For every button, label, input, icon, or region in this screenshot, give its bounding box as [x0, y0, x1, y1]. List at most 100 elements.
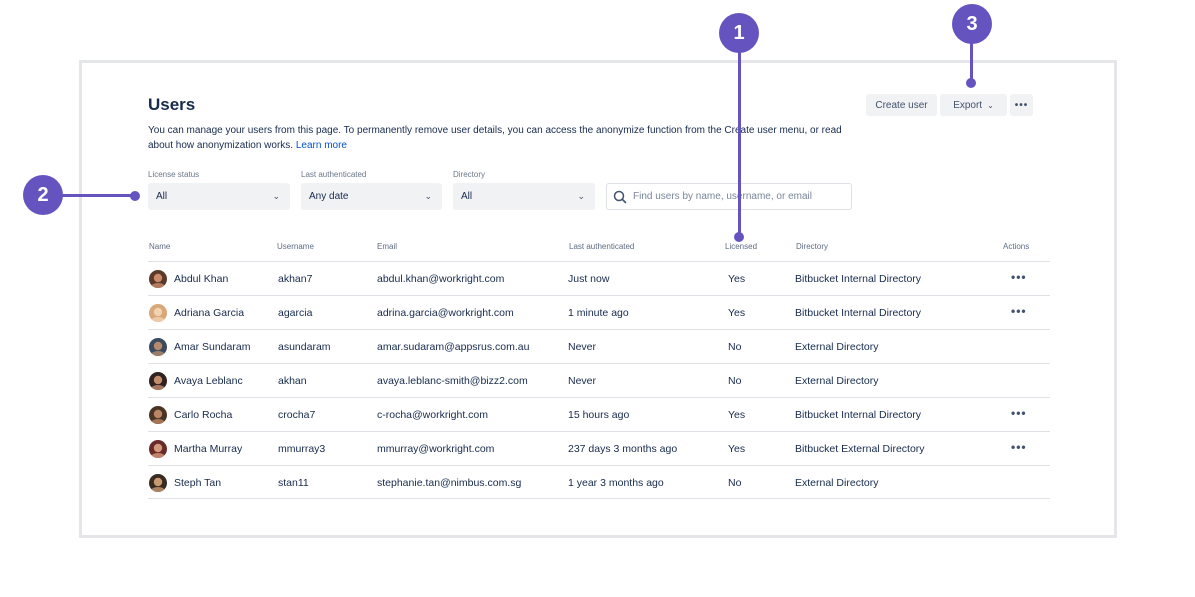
user-licensed: No: [728, 375, 742, 387]
user-name: Martha Murray: [174, 443, 243, 455]
table-row[interactable]: Avaya Leblanc akhan avaya.leblanc-smith@bi…: [148, 363, 1050, 397]
avatar: [149, 338, 167, 356]
table-row[interactable]: Carlo Rocha crocha7 c-rocha@workright.com 1…: [148, 397, 1050, 431]
table-row[interactable]: Steph Tan stan11 stephanie.tan@nimbus.com.…: [148, 465, 1050, 499]
chevron-down-icon: ⌄: [577, 191, 585, 201]
user-licensed: Yes: [728, 307, 746, 319]
user-licensed: No: [728, 477, 742, 489]
callout-3-dot: [966, 78, 976, 88]
learn-more-link[interactable]: Learn more: [296, 140, 347, 151]
user-email: mmurray@workright.com: [377, 443, 495, 455]
user-name: Carlo Rocha: [174, 409, 233, 421]
last-authenticated-select[interactable]: Any date ⌄: [301, 183, 442, 210]
license-status-select[interactable]: All ⌄: [148, 183, 290, 210]
page-title: Users: [148, 95, 196, 114]
user-email: stephanie.tan@nimbus.com.sg: [377, 477, 522, 489]
row-actions-button[interactable]: •••: [1011, 304, 1027, 318]
license-status-value: All: [156, 191, 168, 202]
user-username: crocha7: [278, 409, 316, 421]
directory-select[interactable]: All ⌄: [453, 183, 595, 210]
user-licensed: Yes: [728, 409, 746, 421]
column-header-last-authenticated: Last authenticated: [569, 242, 635, 251]
user-last-authenticated: 15 hours ago: [568, 409, 630, 421]
avatar: [149, 372, 167, 390]
user-name: Avaya Leblanc: [174, 375, 243, 387]
last-authenticated-label: Last authenticated: [301, 170, 367, 179]
user-name: Abdul Khan: [174, 273, 229, 285]
user-username: agarcia: [278, 307, 313, 319]
column-header-licensed: Licensed: [725, 242, 758, 251]
user-name: Steph Tan: [174, 477, 222, 489]
user-last-authenticated: Never: [568, 341, 597, 353]
table-row[interactable]: Adriana Garcia agarcia adrina.garcia@workr…: [148, 295, 1050, 329]
user-directory: External Directory: [795, 341, 879, 353]
user-licensed: Yes: [728, 443, 746, 455]
user-licensed: Yes: [728, 273, 746, 285]
user-email: c-rocha@workright.com: [377, 409, 489, 421]
row-actions-button[interactable]: •••: [1011, 406, 1027, 420]
row-actions-button[interactable]: •••: [1011, 270, 1027, 284]
column-header-username: Username: [277, 242, 314, 251]
callout-1-line: [738, 52, 741, 238]
page-description: You can manage your users from this page…: [148, 123, 848, 153]
export-button[interactable]: Export ⌄: [940, 94, 1007, 116]
search-icon: [613, 190, 627, 203]
more-icon: •••: [1014, 99, 1029, 111]
user-last-authenticated: 1 year 3 months ago: [568, 477, 664, 489]
avatar: [149, 440, 167, 458]
search-input[interactable]: Find users by name, username, or email: [606, 183, 852, 210]
directory-label: Directory: [453, 170, 486, 179]
callout-1-badge: 1: [719, 13, 759, 53]
more-actions-button[interactable]: •••: [1010, 94, 1033, 116]
create-user-button[interactable]: Create user: [866, 94, 937, 116]
search-placeholder: Find users by name, username, or email: [633, 191, 812, 202]
user-directory: Bitbucket Internal Directory: [795, 307, 922, 319]
user-username: stan11: [278, 477, 309, 489]
user-directory: Bitbucket External Directory: [795, 443, 925, 455]
table-row[interactable]: Abdul Khan akhan7 abdul.khan@workright.com…: [148, 261, 1050, 295]
avatar: [149, 474, 167, 492]
user-last-authenticated: 237 days 3 months ago: [568, 443, 678, 455]
user-directory: External Directory: [795, 477, 879, 489]
callout-2-dot: [130, 191, 140, 201]
create-user-label: Create user: [875, 99, 928, 111]
column-header-name: Name: [149, 242, 171, 251]
chevron-down-icon: ⌄: [424, 191, 432, 201]
user-username: akhan7: [278, 273, 313, 285]
avatar: [149, 270, 167, 288]
user-name: Adriana Garcia: [174, 307, 245, 319]
table-row[interactable]: Martha Murray mmurray3 mmurray@workright.c…: [148, 431, 1050, 465]
user-email: adrina.garcia@workright.com: [377, 307, 514, 319]
callout-1-dot: [734, 232, 744, 242]
user-email: amar.sudaram@appsrus.com.au: [377, 341, 530, 353]
user-licensed: No: [728, 341, 742, 353]
user-email: abdul.khan@workright.com: [377, 273, 505, 285]
license-status-label: License status: [148, 170, 200, 179]
avatar: [149, 304, 167, 322]
callout-2-badge: 2: [23, 175, 63, 215]
callout-3-line: [970, 42, 973, 82]
user-last-authenticated: Never: [568, 375, 597, 387]
callout-3-badge: 3: [952, 4, 992, 44]
user-directory: External Directory: [795, 375, 879, 387]
user-directory: Bitbucket Internal Directory: [795, 409, 922, 421]
table-row[interactable]: Amar Sundaram asundaram amar.sudaram@appsr…: [148, 329, 1050, 363]
row-actions-button[interactable]: •••: [1011, 440, 1027, 454]
export-label: Export: [953, 99, 983, 111]
user-username: asundaram: [278, 341, 331, 353]
user-last-authenticated: Just now: [568, 273, 610, 285]
user-directory: Bitbucket Internal Directory: [795, 273, 922, 285]
column-header-actions: Actions: [1003, 242, 1030, 251]
avatar: [149, 406, 167, 424]
column-header-email: Email: [377, 242, 398, 251]
user-email: avaya.leblanc-smith@bizz2.com: [377, 375, 528, 387]
user-last-authenticated: 1 minute ago: [568, 307, 629, 319]
user-name: Amar Sundaram: [174, 341, 251, 353]
chevron-down-icon: ⌄: [272, 191, 280, 201]
last-authenticated-value: Any date: [309, 191, 349, 202]
chevron-down-icon: ⌄: [987, 100, 994, 110]
user-username: akhan: [278, 375, 307, 387]
user-username: mmurray3: [278, 443, 326, 455]
column-header-directory: Directory: [796, 242, 829, 251]
directory-value: All: [461, 191, 473, 202]
